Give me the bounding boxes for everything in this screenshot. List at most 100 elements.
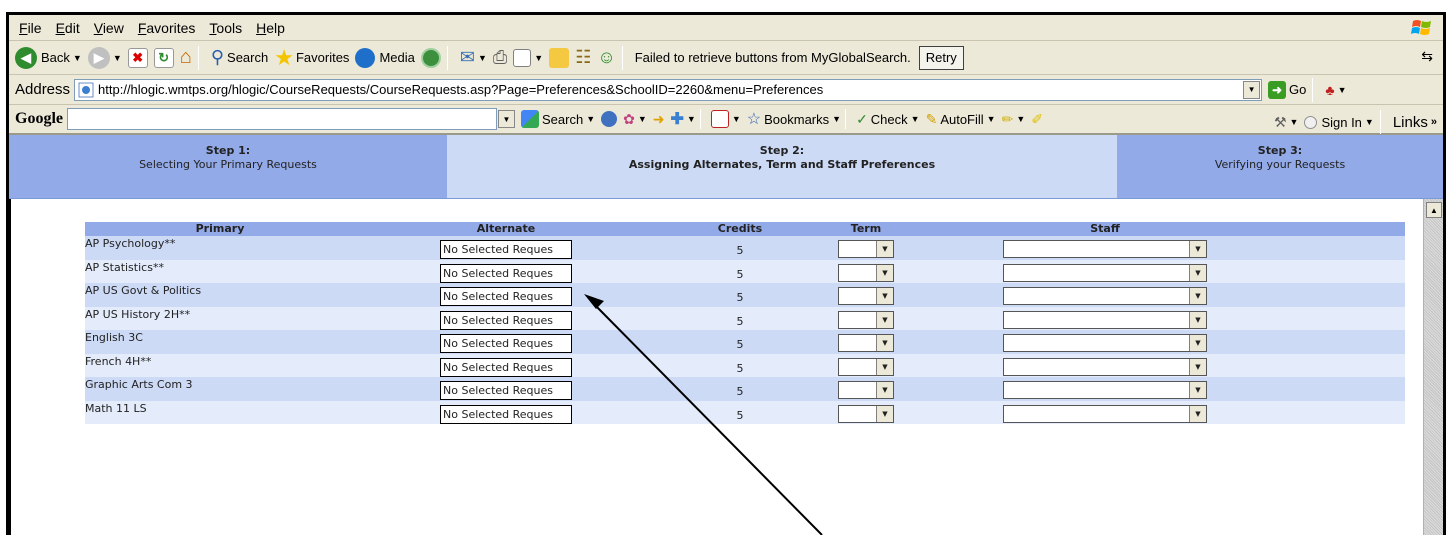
term-select[interactable]: ▼ xyxy=(838,263,894,282)
chevron-down-icon[interactable]: ▼ xyxy=(876,264,893,281)
chevron-down-icon[interactable]: ▼ xyxy=(1189,405,1206,422)
research-button[interactable]: ☷ xyxy=(575,47,591,68)
highlight-dropdown-icon[interactable]: ▼ xyxy=(1016,114,1025,124)
send-to-button[interactable]: ➜ xyxy=(653,111,665,128)
settings-dropdown-icon[interactable]: ▼ xyxy=(1290,117,1299,127)
pagerank-button[interactable]: ✿ ▼ xyxy=(623,111,647,128)
staff-select[interactable]: ▼ xyxy=(1003,287,1207,305)
alternate-input[interactable]: No Selected Reques xyxy=(440,381,572,400)
autofill-button[interactable]: ✎ AutoFill ▼ xyxy=(926,111,996,128)
refresh-button[interactable]: ↻ xyxy=(153,47,174,68)
staff-select[interactable]: ▼ xyxy=(1003,404,1207,423)
check-dropdown-icon[interactable]: ▼ xyxy=(911,114,920,124)
google-search-menu-icon[interactable]: ▼ xyxy=(586,114,595,124)
popup-blocker-button[interactable]: ▼ xyxy=(710,110,741,128)
address-input[interactable]: http://hlogic.wmtps.org/hlogic/CourseReq… xyxy=(74,78,1263,101)
term-select[interactable]: ▼ xyxy=(838,381,894,399)
toolbar-options-icon[interactable]: ⇆ xyxy=(1421,48,1433,65)
popup-dropdown-icon[interactable]: ▼ xyxy=(732,114,741,124)
alternate-input[interactable]: No Selected Reques xyxy=(440,240,572,259)
links-button[interactable]: Links » xyxy=(1393,114,1437,131)
scroll-up-button[interactable]: ▲ xyxy=(1426,202,1442,218)
stop-button[interactable]: ✖ xyxy=(127,47,148,68)
step-3-tab[interactable]: Step 3: Verifying your Requests xyxy=(1117,135,1443,198)
forward-button[interactable]: ▶ ▼ xyxy=(87,46,122,69)
messenger-button[interactable]: ☺ xyxy=(597,47,615,68)
sign-in-button[interactable]: Sign In ▼ xyxy=(1304,115,1374,130)
retry-button[interactable]: Retry xyxy=(918,45,964,70)
settings-button[interactable]: ⚒ ▼ xyxy=(1274,114,1298,131)
staff-select[interactable]: ▼ xyxy=(1003,240,1207,258)
menu-view[interactable]: View xyxy=(94,20,124,36)
pagerank-dropdown-icon[interactable]: ▼ xyxy=(638,114,647,124)
menu-tools[interactable]: Tools xyxy=(209,20,242,36)
staff-select[interactable]: ▼ xyxy=(1003,381,1207,399)
forward-dropdown-icon[interactable]: ▼ xyxy=(113,53,122,63)
menu-file[interactable]: File xyxy=(19,20,42,36)
term-select[interactable]: ▼ xyxy=(838,287,894,305)
spell-check-button[interactable]: ✓ Check ▼ xyxy=(856,111,920,128)
address-dropdown-button[interactable]: ▼ xyxy=(1243,80,1261,99)
mail-button[interactable]: ✉ ▼ xyxy=(460,47,487,68)
history-button[interactable] xyxy=(420,47,441,68)
google-logo[interactable]: Google xyxy=(15,110,63,128)
google-search-dropdown[interactable]: ▼ xyxy=(498,110,515,128)
home-button[interactable]: ⌂ xyxy=(180,46,192,69)
menu-help[interactable]: Help xyxy=(256,20,285,36)
staff-select[interactable]: ▼ xyxy=(1003,334,1207,352)
chevron-down-icon[interactable]: ▼ xyxy=(876,311,893,328)
term-select[interactable]: ▼ xyxy=(838,334,894,352)
chevron-down-icon[interactable]: ▼ xyxy=(1189,288,1206,304)
edit-dropdown-icon[interactable]: ▼ xyxy=(534,53,543,63)
chevron-down-icon[interactable]: ▼ xyxy=(1189,335,1206,351)
google-search-input[interactable] xyxy=(67,108,497,130)
staff-select[interactable]: ▼ xyxy=(1003,310,1207,329)
term-select[interactable]: ▼ xyxy=(838,404,894,423)
menu-favorites[interactable]: Favorites xyxy=(138,20,196,36)
extension-dropdown-icon[interactable]: ▼ xyxy=(1338,85,1347,95)
autofill-dropdown-icon[interactable]: ▼ xyxy=(987,114,996,124)
add-dropdown-icon[interactable]: ▼ xyxy=(687,114,696,124)
back-dropdown-icon[interactable]: ▼ xyxy=(73,53,82,63)
term-select[interactable]: ▼ xyxy=(838,240,894,258)
google-news-button[interactable] xyxy=(601,111,618,127)
step-2-tab[interactable]: Step 2: Assigning Alternates, Term and S… xyxy=(447,135,1117,198)
chevron-down-icon[interactable]: ▼ xyxy=(1189,241,1206,257)
media-button[interactable]: Media xyxy=(355,47,415,68)
bookmarks-dropdown-icon[interactable]: ▼ xyxy=(832,114,841,124)
chevron-down-icon[interactable]: ▼ xyxy=(1189,264,1206,281)
print-button[interactable]: ⎙ xyxy=(493,47,507,68)
alternate-input[interactable]: No Selected Reques xyxy=(440,287,572,306)
term-select[interactable]: ▼ xyxy=(838,310,894,329)
vertical-scrollbar[interactable]: ▲ xyxy=(1423,199,1443,535)
alternate-input[interactable]: No Selected Reques xyxy=(440,310,572,330)
highlight-button[interactable]: ✏ ▼ xyxy=(1002,111,1026,128)
mail-dropdown-icon[interactable]: ▼ xyxy=(478,53,487,63)
notes-button[interactable] xyxy=(549,47,570,68)
staff-select[interactable]: ▼ xyxy=(1003,263,1207,282)
chevron-down-icon[interactable]: ▼ xyxy=(876,335,893,351)
edit-button[interactable]: ▼ xyxy=(513,48,543,67)
sign-in-dropdown-icon[interactable]: ▼ xyxy=(1365,117,1374,127)
chevron-down-icon[interactable]: ▼ xyxy=(1189,358,1206,375)
go-button[interactable]: ➜ Go xyxy=(1268,80,1306,99)
alternate-input[interactable]: No Selected Reques xyxy=(440,263,572,283)
chevron-down-icon[interactable]: ▼ xyxy=(876,405,893,422)
alternate-input[interactable]: No Selected Reques xyxy=(440,334,572,353)
back-button[interactable]: ◀ Back ▼ xyxy=(15,46,82,69)
chevron-down-icon[interactable]: ▼ xyxy=(876,241,893,257)
step-1-tab[interactable]: Step 1: Selecting Your Primary Requests xyxy=(9,135,447,198)
menu-edit[interactable]: Edit xyxy=(56,20,80,36)
chevron-down-icon[interactable]: ▼ xyxy=(1189,382,1206,398)
chevron-down-icon[interactable]: ▼ xyxy=(876,382,893,398)
extension-button[interactable]: ♣ ▼ xyxy=(1325,82,1346,98)
pencil-button[interactable]: ✐ xyxy=(1031,111,1043,128)
alternate-input[interactable]: No Selected Reques xyxy=(440,404,572,424)
chevron-down-icon[interactable]: ▼ xyxy=(1189,311,1206,328)
chevron-down-icon[interactable]: ▼ xyxy=(876,358,893,375)
add-button[interactable]: ✚ ▼ xyxy=(671,109,696,129)
chevron-down-icon[interactable]: ▼ xyxy=(876,288,893,304)
search-button[interactable]: ⚲ Search xyxy=(211,47,268,68)
alternate-input[interactable]: No Selected Reques xyxy=(440,357,572,377)
favorites-button[interactable]: ★ Favorites xyxy=(274,45,349,71)
